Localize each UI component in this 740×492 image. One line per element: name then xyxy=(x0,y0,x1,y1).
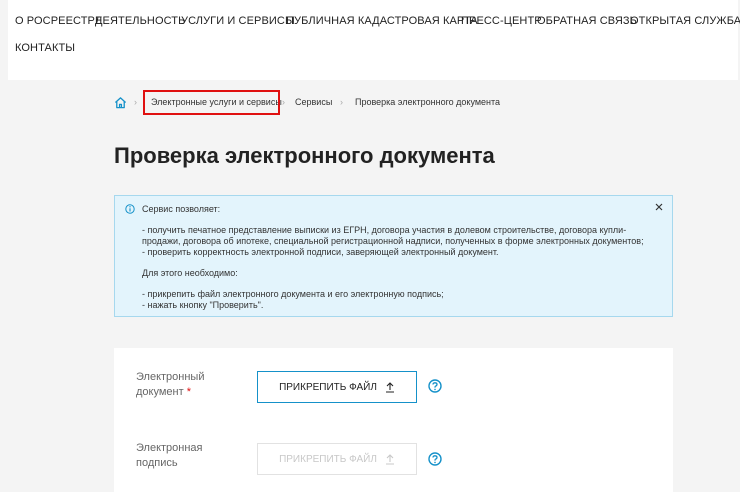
nav-item-feedback[interactable]: ОБРАТНАЯ СВЯЗЬ xyxy=(537,15,637,27)
home-icon[interactable] xyxy=(114,96,127,109)
breadcrumb-separator: › xyxy=(134,97,137,107)
info-box: Сервис позволяет: - получить печатное пр… xyxy=(114,195,673,317)
page-title: Проверка электронного документа xyxy=(114,143,495,168)
nav-item-services[interactable]: УСЛУГИ И СЕРВИСЫ xyxy=(181,15,295,27)
close-icon[interactable] xyxy=(654,202,664,212)
nav-item-activity[interactable]: ДЕЯТЕЛЬНОСТЬ xyxy=(95,15,185,27)
nav-item-press-center[interactable]: ПРЕСС-ЦЕНТР xyxy=(461,15,542,27)
breadcrumb-highlight-box xyxy=(143,90,280,115)
nav-item-about[interactable]: О РОСРЕЕСТРЕ xyxy=(15,15,102,27)
info-line: - получить печатное представление выписк… xyxy=(142,225,644,246)
info-step: - прикрепить файл электронного документа… xyxy=(142,289,444,299)
info-step: - нажать кнопку "Проверить". xyxy=(142,300,264,310)
breadcrumb-current: Проверка электронного документа xyxy=(355,97,501,107)
help-icon[interactable] xyxy=(428,452,442,466)
info-header: Сервис позволяет: xyxy=(142,204,221,214)
document-field-label: Электронный документ * xyxy=(136,371,205,398)
nav-item-cadastral-map[interactable]: ПУБЛИЧНАЯ КАДАСТРОВАЯ КАРТА xyxy=(286,15,478,27)
upload-icon xyxy=(385,381,394,393)
upload-form: Электронный документ * ПРИКРЕПИТЬ ФАЙЛ Э… xyxy=(114,348,673,492)
top-navigation: О РОСРЕЕСТРЕ ДЕЯТЕЛЬНОСТЬ УСЛУГИ И СЕРВИ… xyxy=(8,0,740,80)
info-line: - проверить корректность электронной под… xyxy=(142,247,499,257)
upload-icon xyxy=(385,453,394,465)
info-icon xyxy=(125,204,135,214)
attach-signature-button[interactable]: ПРИКРЕПИТЬ ФАЙЛ xyxy=(257,443,417,475)
breadcrumb-separator: › xyxy=(282,97,285,107)
info-need-header: Для этого необходимо: xyxy=(142,268,238,278)
breadcrumb-separator: › xyxy=(340,97,343,107)
breadcrumb-services[interactable]: Сервисы xyxy=(295,97,332,107)
required-marker: * xyxy=(186,386,191,398)
help-icon[interactable] xyxy=(428,379,442,393)
attach-document-button[interactable]: ПРИКРЕПИТЬ ФАЙЛ xyxy=(257,371,417,403)
nav-item-contacts[interactable]: КОНТАКТЫ xyxy=(15,42,75,54)
nav-item-open-service[interactable]: ОТКРЫТАЯ СЛУЖБА xyxy=(630,15,740,27)
info-body: - получить печатное представление выписк… xyxy=(142,225,652,311)
signature-field-label: Электронная подпись xyxy=(136,442,203,469)
